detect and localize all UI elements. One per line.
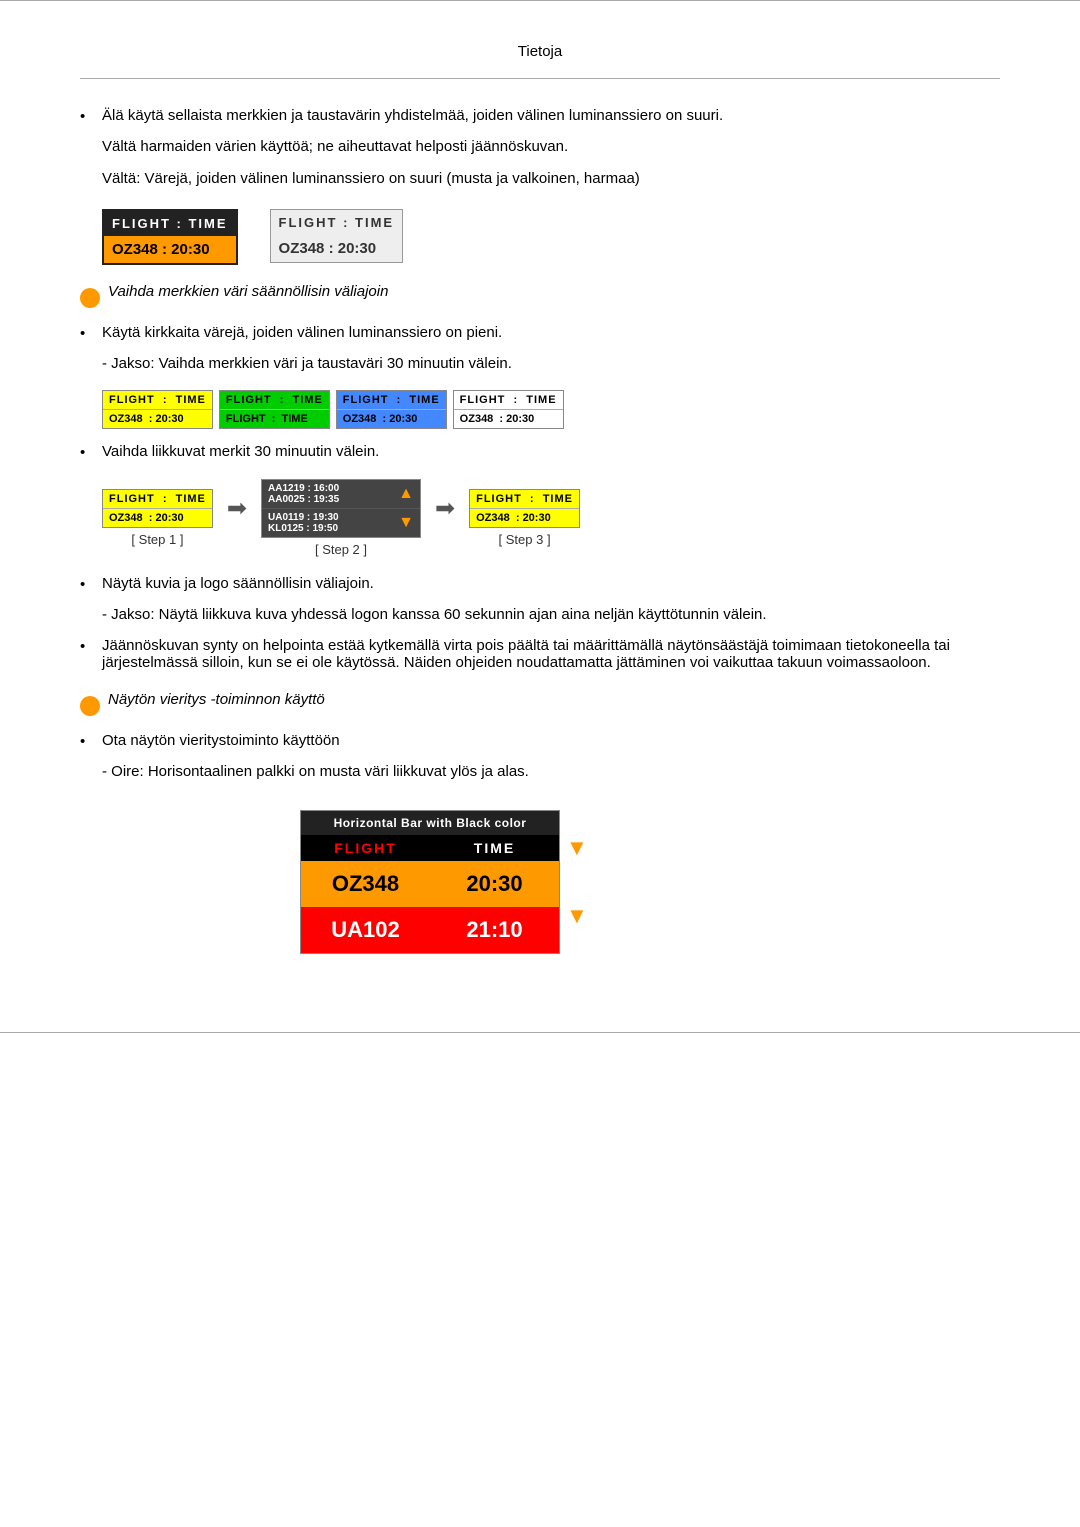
- bullet-dot-2: •: [80, 324, 102, 342]
- sfb-green: FLIGHT : TIME FLIGHT : TIME: [219, 390, 330, 429]
- cycling-row: FLIGHT : TIME OZ348 : 20:30 FLIGHT : TIM…: [102, 390, 1000, 429]
- step-1-label: [ Step 1 ]: [102, 532, 213, 547]
- sfb-blue: FLIGHT : TIME OZ348 : 20:30: [336, 390, 447, 429]
- step2-arrow-up: ▲: [398, 485, 414, 503]
- bullet-item-2: • Käytä kirkkaita värejä, joiden välinen…: [80, 324, 1000, 342]
- bullet-item-4: • Näytä kuvia ja logo säännöllisin välia…: [80, 575, 1000, 593]
- bullet-item-5: • Jäännöskuvan synty on helpointa estää …: [80, 637, 1000, 671]
- bullet-text-3: Vaihda liikkuvat merkit 30 minuutin väle…: [102, 443, 1000, 460]
- bullet-text-2: Käytä kirkkaita värejä, joiden välinen l…: [102, 324, 1000, 341]
- step3-header: FLIGHT : TIME: [470, 490, 579, 509]
- bullet-text-5: Jäännöskuvan synty on helpointa estää ky…: [102, 637, 1000, 671]
- step2-top-row: AA1219 : 16:00AA0025 : 19:35 ▲: [262, 480, 420, 509]
- sfb-green-data: FLIGHT : TIME: [220, 410, 329, 428]
- step2-bottom-text: UA0119 : 19:30KL0125 : 19:50: [268, 512, 339, 534]
- sub-text-4a: - Jakso: Näytä liikkuva kuva yhdessä log…: [102, 603, 1000, 627]
- scroll-demo: Horizontal Bar with Black color FLIGHT T…: [300, 810, 594, 954]
- scroll-header: Horizontal Bar with Black color: [301, 811, 559, 835]
- scroll-row-1: OZ348 20:30: [301, 861, 559, 907]
- bullet-dot-3: •: [80, 443, 102, 461]
- diagram-row-1: FLIGHT : TIME OZ348 : 20:30 FLIGHT : TIM…: [102, 209, 1000, 265]
- sub-text-1b: Vältä: Värejä, joiden välinen luminanssi…: [102, 167, 1000, 191]
- sub-text-2a: - Jakso: Vaihda merkkien väri ja taustav…: [102, 352, 1000, 376]
- orange-heading-row-1: Vaihda merkkien väri säännöllisin väliaj…: [80, 283, 1000, 312]
- sfb-white-data: OZ348 : 20:30: [454, 410, 563, 428]
- arrow-right-2: ➡: [435, 494, 455, 543]
- flight-header-gray: FLIGHT : TIME: [271, 210, 403, 235]
- orange-heading-2: Näytön vieritys -toiminnon käyttö: [108, 691, 325, 708]
- flight-box-dark: FLIGHT : TIME OZ348 : 20:30: [102, 209, 238, 265]
- bullet-text-1: Älä käytä sellaista merkkien ja taustavä…: [102, 107, 1000, 124]
- flight-box-gray: FLIGHT : TIME OZ348 : 20:30: [270, 209, 404, 263]
- sfb-white: FLIGHT : TIME OZ348 : 20:30: [453, 390, 564, 429]
- step-1-box: FLIGHT : TIME OZ348 : 20:30 [ Step 1 ]: [102, 489, 213, 547]
- scroll-r1-flight: OZ348: [301, 861, 430, 907]
- bullet-item-3: • Vaihda liikkuvat merkit 30 minuutin vä…: [80, 443, 1000, 461]
- sfb-yellow-data: OZ348 : 20:30: [103, 410, 212, 428]
- scroll-arrow-down-1: ▼: [566, 835, 588, 861]
- sfb-blue-data: OZ348 : 20:30: [337, 410, 446, 428]
- scroll-col-flight: FLIGHT: [301, 835, 430, 861]
- step2-top-text: AA1219 : 16:00AA0025 : 19:35: [268, 483, 339, 505]
- step3-flight-box: FLIGHT : TIME OZ348 : 20:30: [469, 489, 580, 528]
- sfb-yellow-header: FLIGHT : TIME: [103, 391, 212, 410]
- sub-text-6a: - Oire: Horisontaalinen palkki on musta …: [102, 760, 1000, 784]
- flight-data-gray: OZ348 : 20:30: [271, 235, 403, 262]
- step2-flight-box: AA1219 : 16:00AA0025 : 19:35 ▲ UA0119 : …: [261, 479, 421, 538]
- step-3-box: FLIGHT : TIME OZ348 : 20:30 [ Step 3 ]: [469, 489, 580, 547]
- bullet-item-6: • Ota näytön vieritystoiminto käyttöön: [80, 732, 1000, 750]
- scroll-demo-inner: Horizontal Bar with Black color FLIGHT T…: [300, 810, 594, 954]
- step1-header: FLIGHT : TIME: [103, 490, 212, 509]
- step1-flight-box: FLIGHT : TIME OZ348 : 20:30: [102, 489, 213, 528]
- step1-data: OZ348 : 20:30: [103, 509, 212, 527]
- flight-data-dark: OZ348 : 20:30: [104, 236, 236, 263]
- scroll-side-arrows: ▼ ▼: [560, 810, 594, 954]
- sfb-green-header: FLIGHT : TIME: [220, 391, 329, 410]
- bullet-dot-6: •: [80, 732, 102, 750]
- scroll-col-time: TIME: [430, 835, 559, 861]
- bullet-dot-1: •: [80, 107, 102, 125]
- scroll-col-headers: FLIGHT TIME: [301, 835, 559, 861]
- sub-text-1a: Vältä harmaiden värien käyttöä; ne aiheu…: [102, 135, 1000, 159]
- bullet-text-6: Ota näytön vieritystoiminto käyttöön: [102, 732, 1000, 749]
- scroll-r2-flight: UA102: [301, 907, 430, 953]
- step2-bottom-row: UA0119 : 19:30KL0125 : 19:50 ▼: [262, 509, 420, 537]
- step2-arrow-down: ▼: [398, 514, 414, 532]
- scroll-row-2: UA102 21:10: [301, 907, 559, 953]
- flight-header-dark: FLIGHT : TIME: [104, 211, 236, 236]
- bullet-dot-5: •: [80, 637, 102, 655]
- step-2-label: [ Step 2 ]: [261, 542, 421, 557]
- scroll-r1-time: 20:30: [430, 861, 559, 907]
- step-2-box: AA1219 : 16:00AA0025 : 19:35 ▲ UA0119 : …: [261, 479, 421, 557]
- step-diagram: FLIGHT : TIME OZ348 : 20:30 [ Step 1 ] ➡…: [102, 479, 1000, 557]
- sfb-yellow: FLIGHT : TIME OZ348 : 20:30: [102, 390, 213, 429]
- orange-heading-row-2: Näytön vieritys -toiminnon käyttö: [80, 691, 1000, 720]
- bullet-text-4: Näytä kuvia ja logo säännöllisin väliajo…: [102, 575, 1000, 592]
- orange-bullet-icon-2: [80, 696, 100, 716]
- sfb-blue-header: FLIGHT : TIME: [337, 391, 446, 410]
- orange-heading-1: Vaihda merkkien väri säännöllisin väliaj…: [108, 283, 388, 300]
- arrow-right-1: ➡: [227, 494, 247, 543]
- step-3-label: [ Step 3 ]: [469, 532, 580, 547]
- sfb-white-header: FLIGHT : TIME: [454, 391, 563, 410]
- step3-data: OZ348 : 20:30: [470, 509, 579, 527]
- scroll-arrow-down-2: ▼: [566, 903, 588, 929]
- scroll-box: Horizontal Bar with Black color FLIGHT T…: [300, 810, 560, 954]
- scroll-r2-time: 21:10: [430, 907, 559, 953]
- page-title: Tietoja: [80, 31, 1000, 79]
- orange-bullet-icon-1: [80, 288, 100, 308]
- bullet-item-1: • Älä käytä sellaista merkkien ja tausta…: [80, 107, 1000, 125]
- bullet-dot-4: •: [80, 575, 102, 593]
